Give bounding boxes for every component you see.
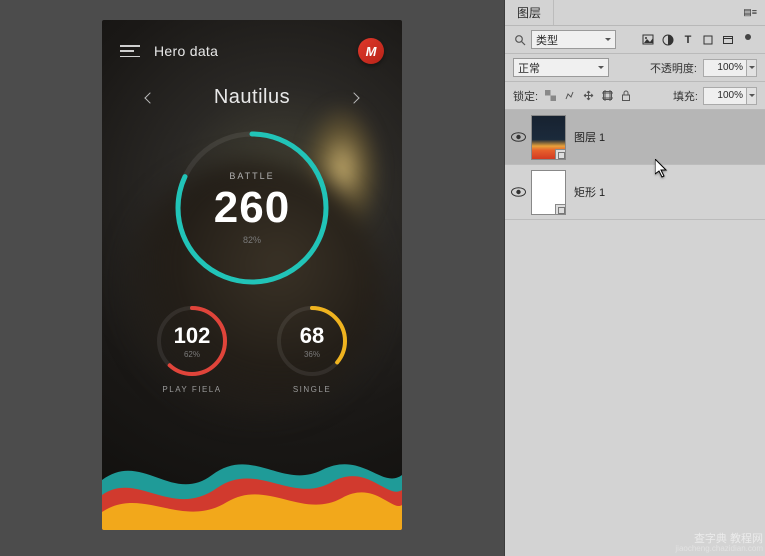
layer-thumbnail	[531, 170, 566, 215]
type-select[interactable]: 类型	[531, 30, 616, 49]
layer-thumbnail	[531, 115, 566, 160]
watermark: 查字典 教程网 jiaocheng.chazidian.com	[675, 533, 763, 554]
search-icon[interactable]	[513, 34, 527, 46]
fill-value[interactable]: 100%	[703, 87, 747, 105]
layer-name: 图层 1	[574, 129, 605, 145]
brand-badge[interactable]: M	[358, 38, 384, 64]
single-value: 68	[300, 323, 324, 349]
app-topbar: Hero data M	[102, 20, 402, 64]
phone-mockup: Hero data M Nautilus BATTLE 260 82%	[102, 20, 402, 530]
play-label: PLAY FIELA	[147, 385, 237, 394]
lock-brush-icon[interactable]	[562, 89, 576, 103]
hero-selector: Nautilus	[102, 86, 402, 109]
opacity-dropdown-icon[interactable]	[747, 59, 757, 77]
battle-label: BATTLE	[229, 171, 274, 181]
opacity-value[interactable]: 100%	[703, 59, 747, 77]
filter-adjust-icon[interactable]	[659, 31, 677, 49]
menu-icon[interactable]	[120, 45, 140, 57]
blend-mode-select[interactable]: 正常	[513, 58, 609, 77]
lock-artboard-icon[interactable]	[600, 89, 614, 103]
app-title: Hero data	[154, 43, 218, 59]
opacity-label: 不透明度:	[650, 60, 697, 76]
lock-all-icon[interactable]	[619, 89, 633, 103]
single-label: SINGLE	[267, 385, 357, 394]
filter-row: 类型 T	[505, 26, 765, 54]
lock-row: 锁定: 填充: 100%	[505, 82, 765, 110]
chevron-right-icon[interactable]	[348, 92, 359, 103]
lock-transparency-icon[interactable]	[543, 89, 557, 103]
fill-label: 填充:	[673, 88, 698, 104]
panel-menu-icon[interactable]: ▤≡	[735, 8, 765, 17]
lock-position-icon[interactable]	[581, 89, 595, 103]
tab-layers[interactable]: 图层	[505, 0, 554, 25]
chevron-left-icon[interactable]	[144, 92, 155, 103]
play-value: 102	[174, 323, 211, 349]
mini-stats-row: 102 62% PLAY FIELA 68 36%	[102, 301, 402, 394]
filter-smart-icon[interactable]	[719, 31, 737, 49]
layers-panel: 图层 ▤≡ 类型 T 正常 不透明度: 100% 锁定:	[504, 0, 765, 556]
fill-dropdown-icon[interactable]	[747, 87, 757, 105]
battle-value: 260	[214, 183, 290, 233]
visibility-icon[interactable]	[505, 185, 531, 200]
layer-item[interactable]: 矩形 1	[505, 165, 765, 220]
canvas-area: Hero data M Nautilus BATTLE 260 82%	[0, 0, 504, 556]
play-pct: 62%	[184, 350, 200, 359]
filter-text-icon[interactable]: T	[679, 31, 697, 49]
single-pct: 36%	[304, 350, 320, 359]
panel-tabs: 图层 ▤≡	[505, 0, 765, 26]
layer-name: 矩形 1	[574, 184, 605, 200]
visibility-icon[interactable]	[505, 130, 531, 145]
single-stat: 68 36% SINGLE	[267, 301, 357, 394]
filter-dot-icon[interactable]	[739, 31, 757, 49]
layer-list: 图层 1 矩形 1	[505, 110, 765, 220]
hero-name: Nautilus	[214, 86, 290, 109]
decorative-waves	[102, 420, 402, 530]
play-stat: 102 62% PLAY FIELA	[147, 301, 237, 394]
blend-row: 正常 不透明度: 100%	[505, 54, 765, 82]
battle-pct: 82%	[243, 235, 261, 245]
filter-shape-icon[interactable]	[699, 31, 717, 49]
lock-label: 锁定:	[513, 88, 538, 104]
filter-image-icon[interactable]	[639, 31, 657, 49]
battle-ring: BATTLE 260 82%	[167, 123, 337, 293]
layer-item[interactable]: 图层 1	[505, 110, 765, 165]
